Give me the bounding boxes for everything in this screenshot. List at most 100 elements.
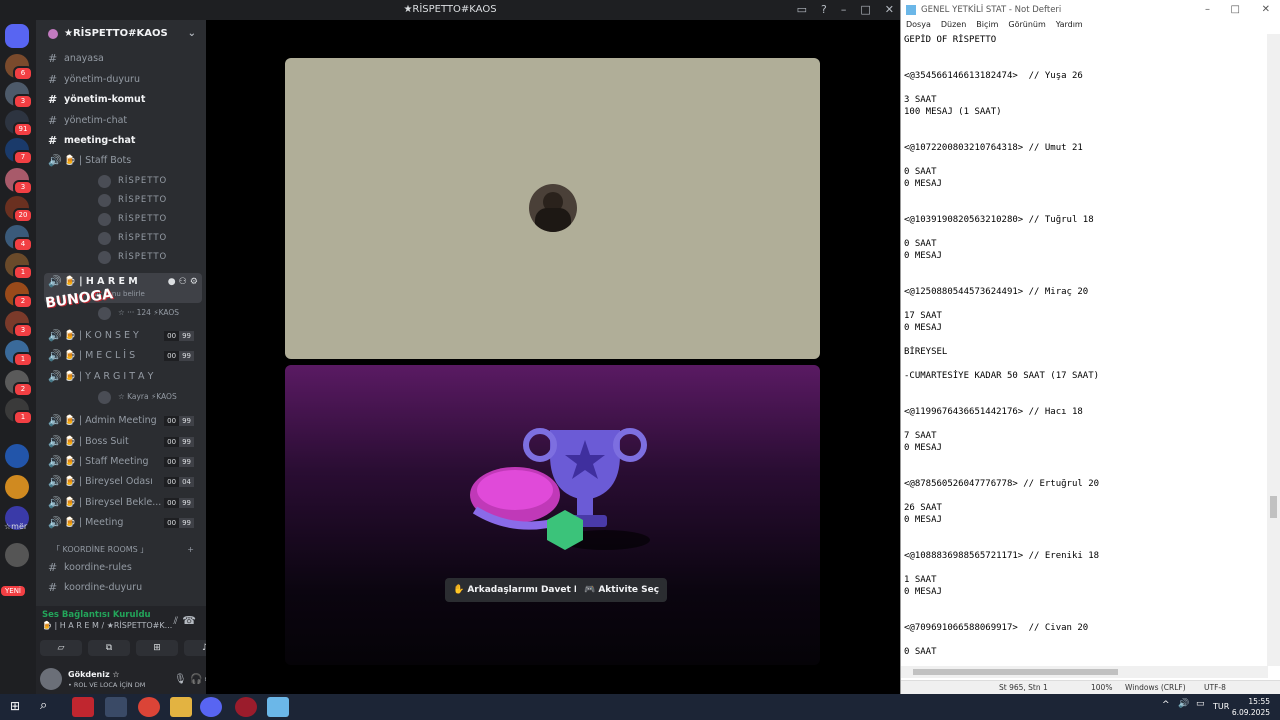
headphones-icon[interactable]: 🎧 — [190, 674, 202, 685]
close-icon[interactable]: ✕ — [885, 0, 894, 20]
minimize-icon[interactable]: – — [841, 0, 847, 20]
noise-suppression-icon[interactable]: ⫽ — [174, 616, 178, 627]
app-icon[interactable] — [235, 697, 257, 717]
channel-meeting[interactable]: 🔊 🍺 | Meeting 00 99 — [44, 514, 202, 532]
server-icon[interactable]: 1 — [5, 398, 33, 425]
server-icon[interactable]: 20 — [5, 196, 33, 223]
voice-status[interactable]: Ses Bağlantısı Kuruldu — [42, 610, 151, 620]
menu-help[interactable]: Yardım — [1056, 20, 1083, 34]
camera-button[interactable]: ▱ — [40, 640, 82, 656]
volume-icon[interactable]: 🔊 — [1178, 699, 1189, 709]
notepad-taskbar-icon[interactable] — [267, 697, 289, 717]
server-icon[interactable] — [5, 444, 29, 468]
voice-member[interactable]: RİSPETTO⊘ — [98, 229, 214, 247]
home-icon[interactable] — [5, 24, 29, 48]
channel-koordine-duyuru[interactable]: # koordine-duyuru — [44, 579, 202, 597]
horizontal-scrollbar[interactable] — [901, 666, 1268, 678]
screen-share-button[interactable]: ⧉ — [88, 640, 130, 656]
language-indicator[interactable]: TUR — [1213, 702, 1229, 711]
menu-edit[interactable]: Düzen — [941, 20, 966, 34]
channel-koordine-rules[interactable]: # koordine-rules — [44, 559, 202, 577]
channel-yonetim-chat[interactable]: # yönetim-chat — [44, 112, 202, 130]
vertical-scrollbar[interactable] — [1267, 34, 1280, 666]
server-icon[interactable]: 1 — [5, 253, 33, 280]
channel-staff-meeting[interactable]: 🔊 🍺 | Staff Meeting 00 99 — [44, 453, 202, 471]
channel-yonetim-duyuru[interactable]: # yönetim-duyuru — [44, 71, 202, 89]
menu-file[interactable]: Dosya — [906, 20, 931, 34]
folder-icon[interactable] — [170, 697, 192, 717]
channel-meclis[interactable]: 🔊 🍺 | M E C L İ S 00 99 — [44, 347, 202, 365]
channel-label: koordine-rules — [64, 562, 132, 573]
server-header[interactable]: ★RİSPETTO#KAOS ⌄ — [36, 20, 206, 48]
disconnect-icon[interactable]: ☎ — [182, 614, 196, 627]
channel-meeting-chat[interactable]: # meeting-chat — [44, 132, 202, 150]
channel-boss-suit[interactable]: 🔊 🍺 | Boss Suit 00 99 — [44, 433, 202, 451]
server-icon[interactable]: 6 — [5, 54, 33, 81]
channel-konsey[interactable]: 🔊 🍺 | K O N S E Y 00 99 — [44, 327, 202, 345]
tray-chevron-icon[interactable]: ^ — [1162, 700, 1170, 710]
app-icon[interactable] — [72, 697, 94, 717]
notepad-text-area[interactable]: GEPİD OF RİSPETTO <@354566146613182474> /… — [904, 34, 1268, 664]
voice-member[interactable]: RİSPETTO⊘ — [98, 172, 214, 190]
user-name[interactable]: Gökdeniz ☆ — [68, 670, 120, 679]
menu-view[interactable]: Görünüm — [1008, 20, 1045, 34]
maximize-icon[interactable]: □ — [1231, 0, 1240, 20]
server-icon[interactable]: 91 — [5, 110, 33, 137]
server-icon[interactable]: 2 — [5, 370, 33, 397]
server-icon[interactable]: 1 — [5, 340, 33, 367]
voice-member[interactable]: ☆ Kayra ⚡KAOS⊘ — [98, 388, 214, 406]
voice-channel-name[interactable]: 🍺 | H A R E M / ★RİSPETTO#K... — [42, 621, 172, 630]
add-channel-icon[interactable]: + — [187, 541, 194, 559]
clock[interactable]: 15:55 6.09.2025 — [1232, 696, 1270, 718]
channel-bireysel-bekleme[interactable]: 🔊 🍺 | Bireysel Bekle... 00 99 — [44, 494, 202, 512]
text-channel-icon: # — [48, 134, 58, 147]
participant-tile[interactable] — [285, 58, 820, 359]
chevron-down-icon[interactable]: ⌄ — [188, 20, 196, 48]
windows-start-icon[interactable]: ⊞ — [10, 699, 20, 713]
channel-staff-bots[interactable]: 🔊 🍺 | Staff Bots — [44, 152, 202, 170]
help-icon[interactable]: ? — [821, 0, 827, 20]
server-icon[interactable]: 4 — [5, 225, 33, 252]
search-icon[interactable]: ⌕ — [40, 698, 47, 713]
minimize-icon[interactable]: – — [1205, 0, 1210, 20]
network-icon[interactable]: ▭ — [1196, 699, 1205, 709]
inbox-icon[interactable]: ▭ — [797, 0, 807, 20]
gamepad-icon: 🎮 — [584, 585, 599, 595]
avatar[interactable] — [40, 668, 62, 690]
voice-member[interactable]: RİSPETTO⊘ — [98, 248, 214, 266]
server-icon[interactable]: 3 — [5, 311, 33, 338]
voice-member[interactable]: RİSPETTO⊘ — [98, 210, 214, 228]
channel-bireysel-odasi[interactable]: 🔊 🍺 | Bireysel Odası 00 04 — [44, 473, 202, 491]
invite-friends-button[interactable]: ✋ Arkadaşlarımı Davet Et — [445, 578, 593, 602]
channel-actions-icon[interactable]: ● ⚇ ⚙ — [168, 273, 198, 291]
close-icon[interactable]: ✕ — [1262, 0, 1270, 20]
voice-member[interactable]: ☆ ··· 124 ⚡KAOS — [98, 304, 179, 322]
voice-channel-icon: 🔊 — [48, 496, 62, 509]
server-icon[interactable] — [5, 543, 29, 567]
chrome-icon[interactable] — [138, 697, 160, 717]
app-icon[interactable] — [105, 697, 127, 717]
choose-activity-button[interactable]: 🎮 Aktivite Seç — [576, 578, 668, 602]
server-icon[interactable]: 7 — [5, 138, 33, 165]
server-icon[interactable] — [5, 475, 29, 499]
user-limit-badge: 00 99 — [164, 416, 194, 426]
server-icon[interactable]: 3 — [5, 168, 33, 195]
channel-anayasa[interactable]: # anayasa — [44, 50, 202, 68]
server-label[interactable]: ☆mër — [4, 522, 27, 531]
microphone-icon[interactable]: 🎙 — [174, 674, 187, 685]
user-status[interactable]: • ROL VE LOCA İÇİN DM — [68, 681, 145, 689]
maximize-icon[interactable]: □ — [860, 0, 870, 20]
text-line: 0 MESAJ — [904, 251, 942, 261]
discord-taskbar-icon[interactable] — [200, 697, 222, 717]
channel-admin-meeting[interactable]: 🔊 🍺 | Admin Meeting 00 99 — [44, 412, 202, 430]
channel-yonetim-komut[interactable]: # yönetim-komut — [44, 91, 202, 109]
category-koordine[interactable]: 「 KOORDİNE ROOMS 」 + — [44, 541, 202, 559]
channel-yargitay[interactable]: 🔊 🍺 | Y A R G I T A Y — [44, 368, 202, 386]
user-count: 00 — [164, 331, 180, 341]
menu-format[interactable]: Biçim — [976, 20, 998, 34]
server-icon[interactable]: 3 — [5, 82, 33, 109]
voice-member[interactable]: RİSPETTO⊘ — [98, 191, 214, 209]
server-icon[interactable]: 2 — [5, 282, 33, 309]
activity-button[interactable]: ⊞ — [136, 640, 178, 656]
participant-avatar[interactable] — [529, 184, 577, 232]
